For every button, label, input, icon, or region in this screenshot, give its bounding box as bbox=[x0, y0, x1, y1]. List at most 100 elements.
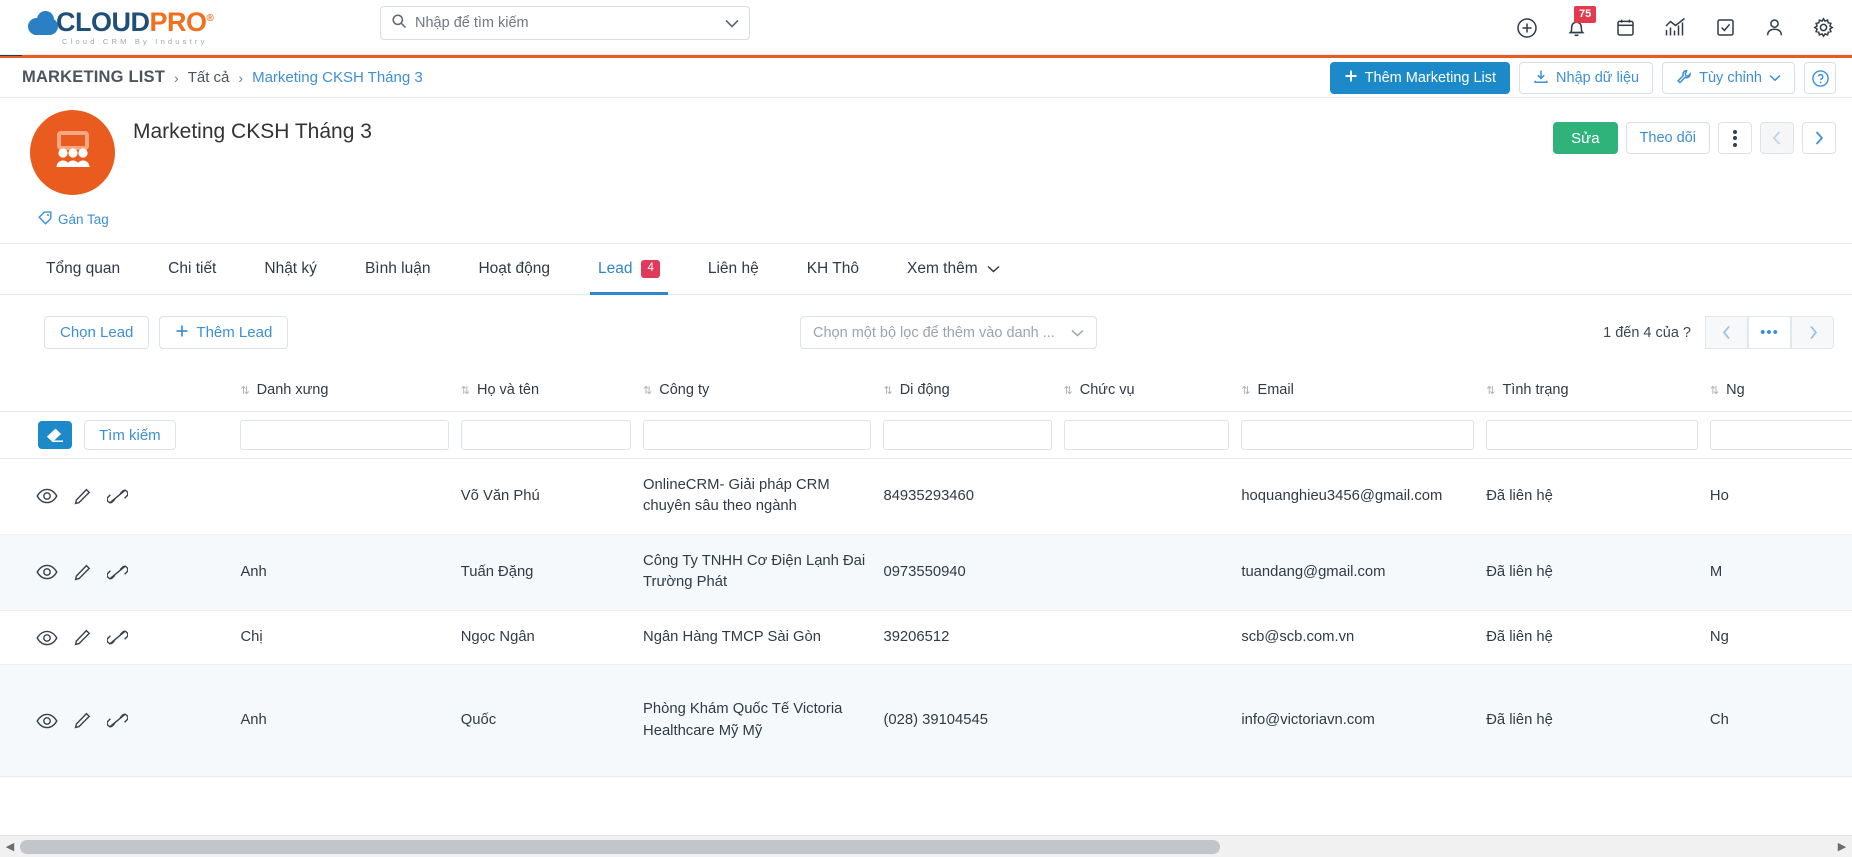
table-row[interactable]: Võ Văn Phú OnlineCRM- Giải pháp CRM chuy… bbox=[0, 459, 1852, 535]
add-lead-button[interactable]: Thêm Lead bbox=[159, 316, 288, 349]
pagination-more-button[interactable]: ••• bbox=[1748, 316, 1791, 349]
filter-input-nguon[interactable] bbox=[1710, 420, 1852, 450]
tab-chi-tiet[interactable]: Chi tiết bbox=[144, 244, 240, 294]
scroll-right-arrow-icon[interactable]: ▶ bbox=[1832, 840, 1852, 853]
breadcrumb-root[interactable]: MARKETING LIST bbox=[22, 68, 165, 87]
tab-xem-them[interactable]: Xem thêm bbox=[883, 244, 1024, 294]
column-header-chuc-vu[interactable]: ⇅Chức vụ bbox=[1064, 369, 1242, 412]
row-actions-cell bbox=[0, 665, 240, 777]
brand-logo[interactable]: CLOUDPRO® Cloud CRM By Industry bbox=[28, 9, 213, 46]
view-eye-icon[interactable] bbox=[36, 713, 58, 729]
top-navigation-bar: CLOUDPRO® Cloud CRM By Industry bbox=[0, 0, 1852, 55]
assign-tag-button[interactable]: Gán Tag bbox=[38, 211, 109, 228]
import-data-button[interactable]: Nhập dữ liệu bbox=[1519, 62, 1653, 94]
table-row[interactable]: Chị Ngọc Ngân Ngân Hàng TMCP Sài Gòn 392… bbox=[0, 610, 1852, 664]
edit-record-button[interactable]: Sửa bbox=[1553, 122, 1617, 154]
pagination-next-button[interactable] bbox=[1791, 316, 1834, 349]
tab-lead[interactable]: Lead 4 bbox=[574, 244, 684, 294]
edit-pencil-icon[interactable] bbox=[74, 712, 91, 729]
settings-gear-icon[interactable] bbox=[1813, 17, 1834, 38]
scrollbar-track[interactable] bbox=[20, 840, 1832, 854]
choose-lead-button[interactable]: Chọn Lead bbox=[44, 316, 149, 349]
logo-tagline: Cloud CRM By Industry bbox=[62, 37, 213, 46]
chevron-down-icon bbox=[987, 262, 1000, 276]
table-row[interactable]: Anh Tuấn Đặng Công Ty TNHH Cơ Điện Lạnh … bbox=[0, 534, 1852, 610]
add-circle-icon[interactable] bbox=[1516, 17, 1538, 39]
search-grid-button[interactable]: Tìm kiếm bbox=[84, 420, 176, 450]
filter-input-cong-ty[interactable] bbox=[643, 420, 871, 450]
tab-nhat-ky[interactable]: Nhật ký bbox=[240, 244, 341, 294]
scrollbar-thumb[interactable] bbox=[20, 840, 1220, 854]
notification-bell-icon[interactable]: 75 bbox=[1566, 17, 1587, 39]
search-chevron-down-icon[interactable] bbox=[725, 16, 739, 31]
column-label: Ng bbox=[1726, 382, 1745, 398]
pagination-range-text: 1 đến 4 của ? bbox=[1603, 325, 1691, 341]
record-avatar bbox=[30, 110, 115, 195]
column-label: Họ và tên bbox=[477, 382, 539, 398]
customize-button[interactable]: Tùy chỉnh bbox=[1662, 62, 1795, 94]
unlink-icon[interactable] bbox=[107, 488, 128, 505]
tab-label: Tổng quan bbox=[46, 260, 120, 278]
follow-record-button[interactable]: Theo dõi bbox=[1626, 122, 1710, 154]
add-marketing-list-button[interactable]: Thêm Marketing List bbox=[1330, 62, 1510, 94]
view-eye-icon[interactable] bbox=[36, 488, 58, 504]
search-input[interactable] bbox=[415, 15, 725, 31]
edit-pencil-icon[interactable] bbox=[74, 564, 91, 581]
tab-binh-luan[interactable]: Bình luận bbox=[341, 244, 455, 294]
view-eye-icon[interactable] bbox=[36, 564, 58, 580]
cell-danh-xung: Anh bbox=[240, 534, 460, 610]
pagination-prev-button[interactable] bbox=[1705, 316, 1748, 349]
filter-input-email[interactable] bbox=[1241, 420, 1474, 450]
wrench-icon bbox=[1676, 69, 1692, 88]
lead-grid: ⇅Danh xưng ⇅Họ và tên ⇅Công ty ⇅Di động … bbox=[0, 369, 1852, 777]
chevron-left-icon[interactable] bbox=[1760, 122, 1794, 154]
horizontal-scrollbar[interactable]: ◀ ▶ bbox=[0, 835, 1852, 857]
column-header-cong-ty[interactable]: ⇅Công ty bbox=[643, 369, 883, 412]
sort-updown-icon: ⇅ bbox=[1064, 384, 1073, 397]
breadcrumb-current[interactable]: Marketing CKSH Tháng 3 bbox=[252, 69, 423, 86]
analytics-chart-icon[interactable] bbox=[1664, 17, 1687, 38]
breadcrumb-all[interactable]: Tất cả bbox=[188, 69, 230, 86]
global-search-box[interactable] bbox=[380, 6, 750, 40]
column-header-ho-va-ten[interactable]: ⇅Họ và tên bbox=[461, 369, 643, 412]
table-row[interactable]: Anh Quốc Phòng Khám Quốc Tế Victoria Hea… bbox=[0, 665, 1852, 777]
tab-kh-tho[interactable]: KH Thô bbox=[783, 244, 883, 294]
cell-cong-ty: Phòng Khám Quốc Tế Victoria Healthcare M… bbox=[643, 665, 883, 777]
cell-di-dong: 84935293460 bbox=[883, 459, 1063, 535]
tab-hoat-dong[interactable]: Hoạt động bbox=[454, 244, 574, 294]
vertical-dots-icon[interactable] bbox=[1718, 122, 1752, 154]
import-data-label: Nhập dữ liệu bbox=[1556, 70, 1639, 86]
unlink-icon[interactable] bbox=[107, 629, 128, 646]
plus-icon bbox=[1344, 69, 1358, 87]
edit-pencil-icon[interactable] bbox=[74, 488, 91, 505]
edit-pencil-icon[interactable] bbox=[74, 629, 91, 646]
tab-label: Nhật ký bbox=[264, 260, 317, 278]
scroll-left-arrow-icon[interactable]: ◀ bbox=[0, 840, 20, 853]
view-eye-icon[interactable] bbox=[36, 630, 58, 646]
column-header-email[interactable]: ⇅Email bbox=[1241, 369, 1486, 412]
follow-record-label: Theo dõi bbox=[1640, 130, 1696, 146]
filter-input-chuc-vu[interactable] bbox=[1064, 420, 1230, 450]
help-circle-icon[interactable] bbox=[1804, 62, 1836, 94]
filter-select[interactable]: Chọn một bộ lọc để thêm vào danh ... bbox=[800, 316, 1097, 349]
tab-lien-he[interactable]: Liên hệ bbox=[684, 244, 783, 294]
task-checkbox-icon[interactable] bbox=[1715, 17, 1736, 38]
column-header-danh-xung[interactable]: ⇅Danh xưng bbox=[240, 369, 460, 412]
user-profile-icon[interactable] bbox=[1764, 17, 1785, 38]
column-header-nguon[interactable]: ⇅Ng bbox=[1710, 369, 1852, 412]
column-label: Công ty bbox=[659, 382, 709, 398]
filter-input-tinh-trang[interactable] bbox=[1486, 420, 1698, 450]
filter-input-ho-va-ten[interactable] bbox=[461, 420, 631, 450]
column-header-tinh-trang[interactable]: ⇅Tình trạng bbox=[1486, 369, 1710, 412]
filter-input-danh-xung[interactable] bbox=[240, 420, 448, 450]
unlink-icon[interactable] bbox=[107, 564, 128, 581]
eraser-icon[interactable] bbox=[38, 421, 72, 449]
filter-input-di-dong[interactable] bbox=[883, 420, 1051, 450]
column-header-di-dong[interactable]: ⇅Di động bbox=[883, 369, 1063, 412]
calendar-icon[interactable] bbox=[1615, 17, 1636, 38]
grid-pagination: 1 đến 4 của ? ••• bbox=[1603, 316, 1834, 349]
unlink-icon[interactable] bbox=[107, 712, 128, 729]
tab-tong-quan[interactable]: Tổng quan bbox=[22, 244, 144, 294]
filter-cell-di-dong bbox=[883, 412, 1063, 459]
chevron-right-icon[interactable] bbox=[1802, 122, 1836, 154]
